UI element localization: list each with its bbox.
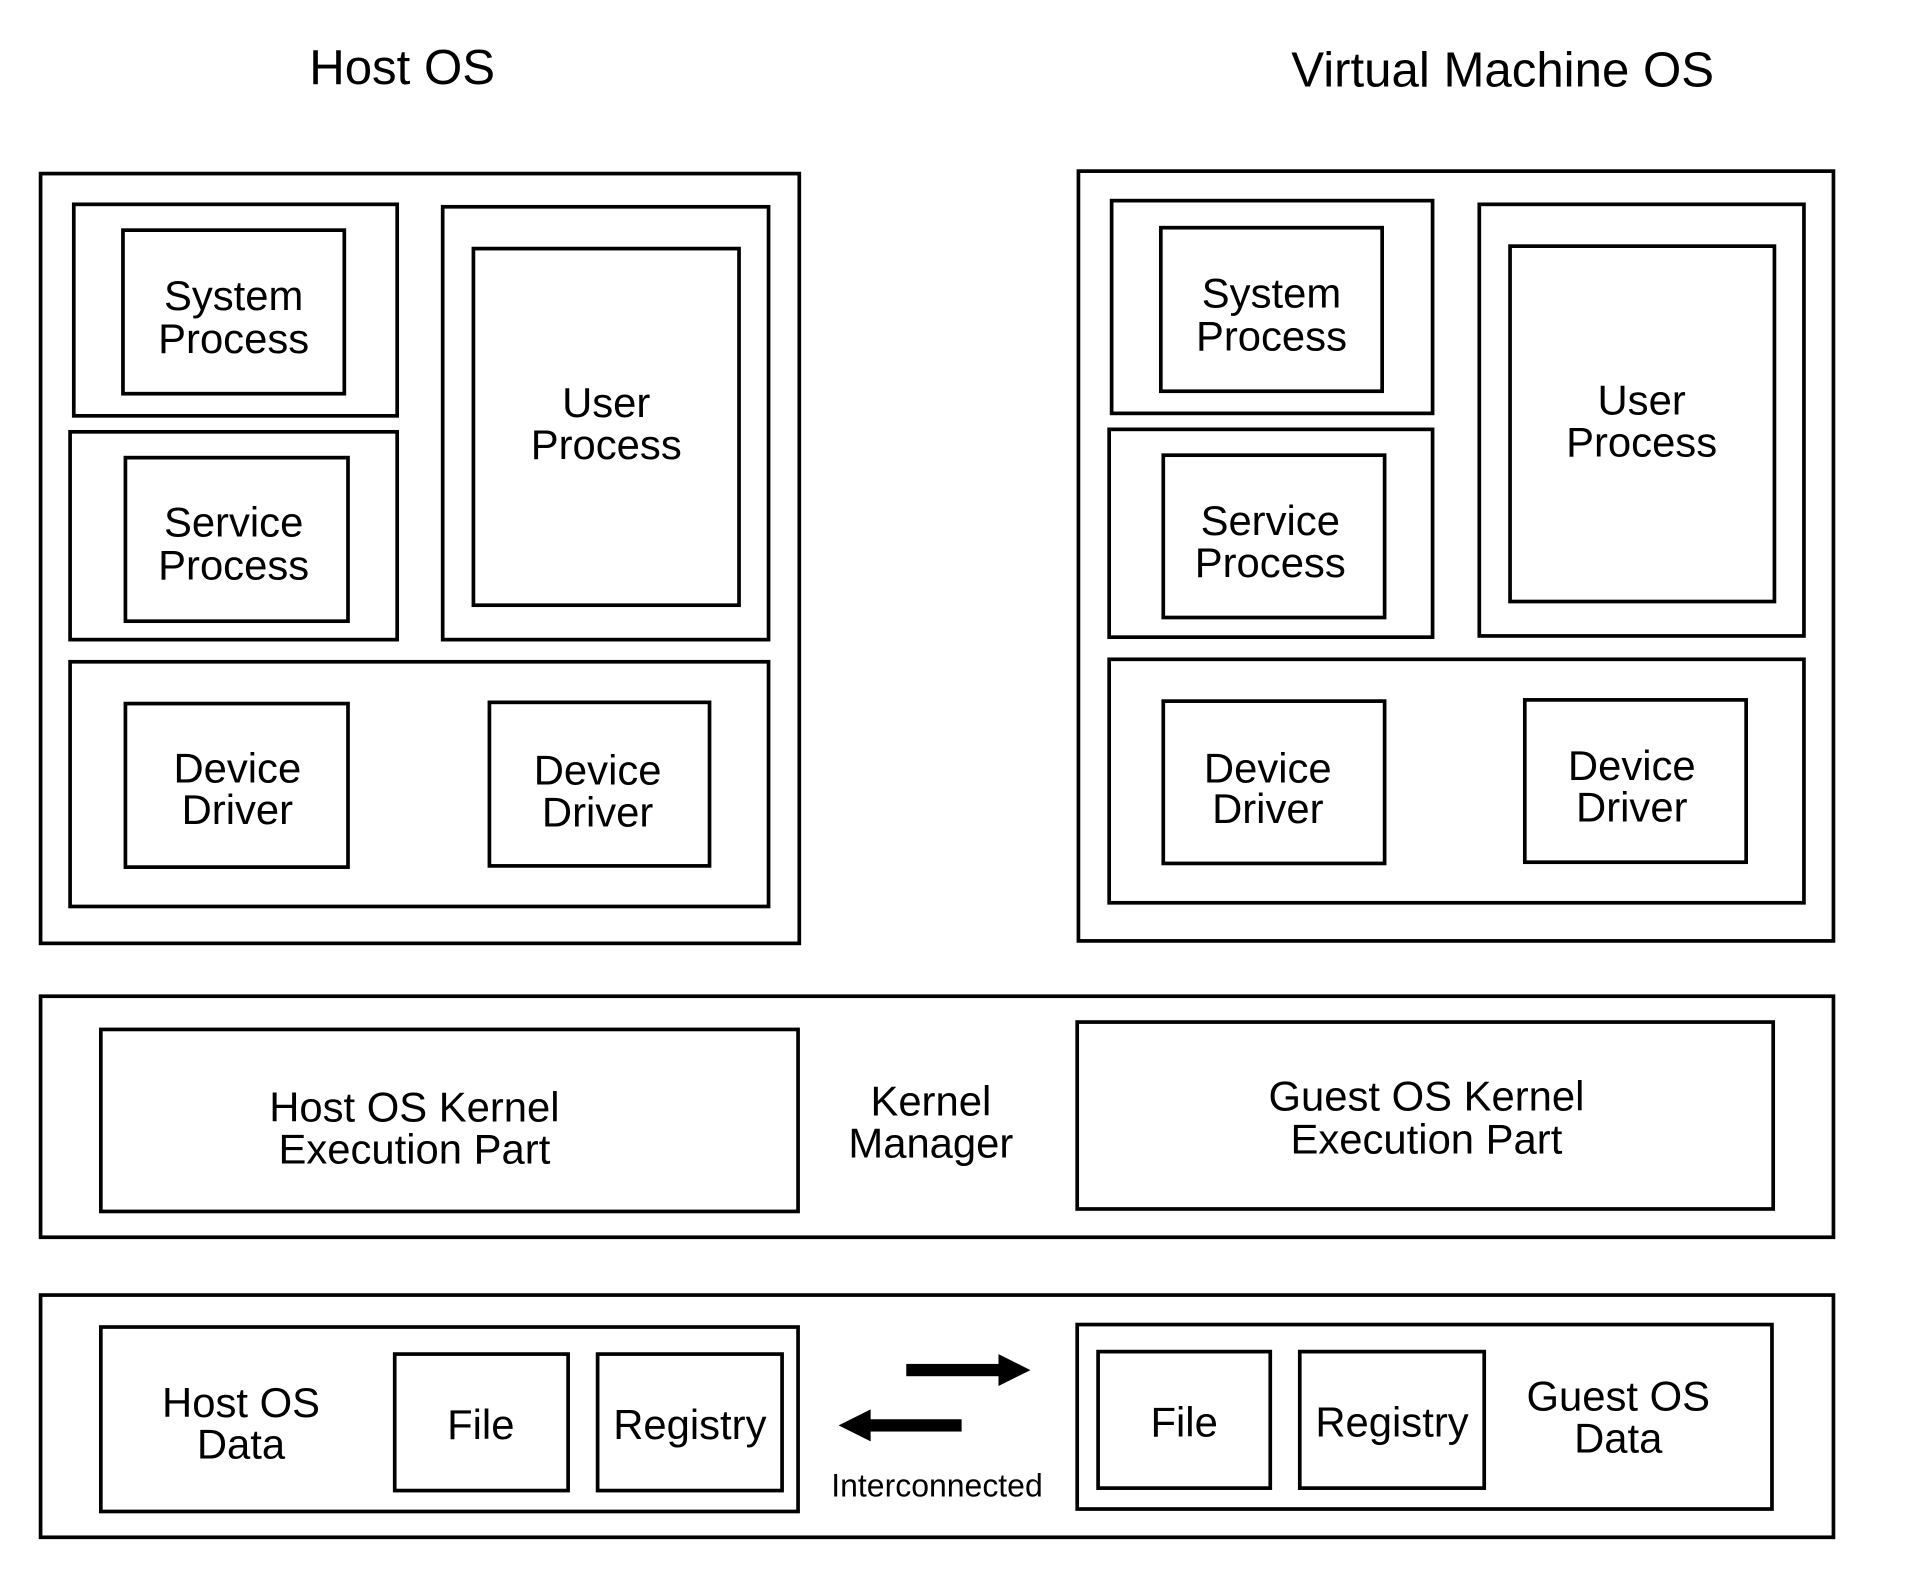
vm-system-process-label-2: Process xyxy=(1196,313,1347,360)
host-system-process-label-2: Process xyxy=(158,315,309,362)
host-device-driver-2-label-2: Driver xyxy=(542,789,654,836)
host-service-process-label-2: Process xyxy=(158,541,309,588)
vm-device-driver-2-label-1: Device xyxy=(1568,742,1696,789)
vm-os-panel: System Process Service Process User Proc… xyxy=(1076,169,1836,943)
host-user-process-label-1: User xyxy=(562,379,650,426)
data-layer: Host OS Data File Registry Interconnecte… xyxy=(38,1293,1836,1540)
guest-kernel-exec-label-2: Execution Part xyxy=(1291,1116,1563,1163)
host-data-label-2: Data xyxy=(197,1421,286,1468)
vm-user-process-label-2: Process xyxy=(1566,418,1717,465)
interconnected-label: Interconnected xyxy=(831,1468,1043,1504)
host-os-title: Host OS xyxy=(309,40,495,95)
host-user-process-label-2: Process xyxy=(531,421,682,468)
guest-registry-label: Registry xyxy=(1315,1398,1468,1445)
host-data-label-1: Host OS xyxy=(162,1379,320,1426)
vm-user-process-label-1: User xyxy=(1597,377,1685,424)
vm-device-driver-1-label-2: Driver xyxy=(1212,785,1324,832)
guest-data-label-2: Data xyxy=(1574,1414,1663,1461)
host-file-label: File xyxy=(447,1401,514,1448)
vm-service-process-label-2: Process xyxy=(1195,539,1346,586)
host-device-driver-2-label-1: Device xyxy=(534,747,662,794)
host-service-process-label-1: Service xyxy=(164,498,303,545)
host-device-driver-1-label-1: Device xyxy=(173,744,301,791)
host-registry-label: Registry xyxy=(613,1401,766,1448)
vm-service-process-label-1: Service xyxy=(1201,497,1340,544)
guest-kernel-exec-label-1: Guest OS Kernel xyxy=(1268,1073,1584,1120)
host-system-process-label-1: System xyxy=(164,272,303,319)
architecture-diagram: Host OS Virtual Machine OS System Proces… xyxy=(38,40,1836,1540)
kernel-manager-label-1: Kernel xyxy=(870,1078,991,1125)
host-device-driver-1-label-2: Driver xyxy=(182,786,294,833)
host-kernel-exec-label-2: Execution Part xyxy=(278,1125,550,1172)
vm-os-title: Virtual Machine OS xyxy=(1291,42,1714,97)
guest-data-label-1: Guest OS xyxy=(1526,1373,1710,1420)
vm-system-process-label-1: System xyxy=(1202,270,1341,317)
host-kernel-exec-label-1: Host OS Kernel xyxy=(269,1084,559,1131)
kernel-layer: Host OS Kernel Execution Part Kernel Man… xyxy=(38,994,1836,1240)
guest-file-label: File xyxy=(1150,1398,1217,1445)
host-os-panel: System Process Service Process User Proc… xyxy=(38,171,802,946)
kernel-manager-label-2: Manager xyxy=(848,1119,1013,1166)
vm-device-driver-2-label-2: Driver xyxy=(1576,784,1688,831)
